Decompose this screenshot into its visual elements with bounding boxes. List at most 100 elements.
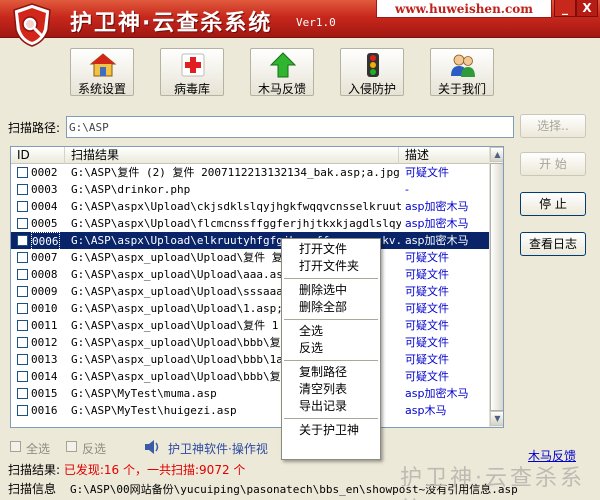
column-header-desc[interactable]: 描述 bbox=[399, 147, 489, 164]
table-row[interactable]: 0010 G:\ASP\aspx_upload\Upload\1.asp;asp 可… bbox=[11, 300, 489, 317]
row-id: 0009 bbox=[31, 285, 58, 298]
scan-result-value: 已发现:16 个，一共扫描:9072 个 bbox=[63, 463, 246, 477]
close-button[interactable]: X bbox=[576, 0, 598, 17]
invert-label: 反选 bbox=[82, 442, 107, 456]
app-title: 护卫神·云查杀系统 bbox=[70, 11, 273, 36]
select-folder-button[interactable]: 选择.. bbox=[520, 114, 586, 138]
row-checkbox[interactable] bbox=[17, 354, 28, 365]
scroll-up-arrow-icon[interactable]: ▲ bbox=[490, 147, 503, 162]
table-row[interactable]: 0003 G:\ASP\drinkor.php - bbox=[11, 181, 489, 198]
scroll-down-arrow-icon[interactable]: ▼ bbox=[490, 411, 503, 426]
marquee-text: 护卫神软件·操作视 bbox=[168, 442, 268, 456]
context-menu-item[interactable]: 反选 bbox=[282, 340, 380, 357]
row-desc: 可疑文件 bbox=[405, 268, 449, 281]
row-id: 0015 bbox=[31, 387, 58, 400]
toolbar: 系统设置 病毒库 木马反馈 入侵防护 关于我们 bbox=[0, 38, 600, 102]
row-checkbox[interactable] bbox=[17, 269, 28, 280]
table-row[interactable]: 0005 G:\ASP\aspx\Upload\flcmcnssffggferjh… bbox=[11, 215, 489, 232]
row-checkbox[interactable] bbox=[17, 405, 28, 416]
stop-button[interactable]: 停 止 bbox=[520, 192, 586, 216]
row-checkbox[interactable] bbox=[17, 286, 28, 297]
invert-checkbox[interactable] bbox=[66, 441, 77, 452]
toolbar-label: 木马反馈 bbox=[257, 82, 306, 96]
traffic-light-icon bbox=[367, 53, 379, 77]
table-row[interactable]: 0011 G:\ASP\aspx_upload\Upload\复件 1.asp 可疑… bbox=[11, 317, 489, 334]
context-menu-item[interactable]: 清空列表 bbox=[282, 381, 380, 398]
shield-logo-icon bbox=[13, 3, 51, 47]
users-icon bbox=[451, 54, 475, 77]
table-row[interactable]: 0009 G:\ASP\aspx_upload\Upload\sssaaa.asp… bbox=[11, 283, 489, 300]
context-menu-item[interactable]: 关于护卫神 bbox=[282, 422, 380, 439]
row-id: 0005 bbox=[31, 217, 58, 230]
system-settings-button[interactable]: 系统设置 bbox=[70, 48, 134, 96]
row-checkbox[interactable] bbox=[17, 201, 28, 212]
vertical-scrollbar[interactable]: ▲ ▼ bbox=[489, 147, 503, 427]
table-row[interactable]: 0008 G:\ASP\aspx_upload\Upload\aaa.asp;a 可… bbox=[11, 266, 489, 283]
scan-path-input[interactable] bbox=[66, 116, 514, 138]
context-menu-item[interactable]: 删除全部 bbox=[282, 299, 380, 316]
row-checkbox[interactable] bbox=[17, 388, 28, 399]
row-checkbox[interactable] bbox=[17, 320, 28, 331]
row-id: 0010 bbox=[31, 302, 58, 315]
row-desc: asp加密木马 bbox=[405, 200, 469, 213]
row-checkbox[interactable] bbox=[17, 235, 28, 246]
scan-results-list[interactable]: ID 扫描结果 描述 0002 G:\ASP\复件 (2) 复件 20071122… bbox=[10, 146, 504, 428]
table-row[interactable]: 0006 G:\ASP\aspx\Upload\elkruutyhfgfgjhwg… bbox=[11, 232, 489, 251]
context-menu-item[interactable]: 全选 bbox=[282, 323, 380, 340]
row-checkbox[interactable] bbox=[17, 252, 28, 263]
scan-result-label: 扫描结果: bbox=[8, 463, 61, 477]
row-id: 0013 bbox=[31, 353, 58, 366]
row-checkbox[interactable] bbox=[17, 167, 28, 178]
row-desc: asp木马 bbox=[405, 404, 447, 417]
context-menu-item[interactable]: 打开文件 bbox=[282, 241, 380, 258]
row-checkbox[interactable] bbox=[17, 184, 28, 195]
table-row[interactable]: 0002 G:\ASP\复件 (2) 复件 2007112213132134_ba… bbox=[11, 164, 489, 181]
row-id: 0003 bbox=[31, 183, 58, 196]
row-desc: asp加密木马 bbox=[405, 234, 469, 247]
row-checkbox[interactable] bbox=[17, 371, 28, 382]
select-all-checkbox[interactable] bbox=[10, 441, 21, 452]
app-version: Ver1.0 bbox=[296, 16, 336, 29]
watermark: 护卫神·云查杀系统 bbox=[400, 466, 585, 500]
table-row[interactable]: 0014 G:\ASP\aspx_upload\Upload\bbb\复件 可疑文件 bbox=[11, 368, 489, 385]
row-path: G:\ASP\aspx\Upload\flcmcnssffggferjhjtkx… bbox=[71, 217, 401, 230]
row-desc: 可疑文件 bbox=[405, 336, 449, 349]
row-checkbox[interactable] bbox=[17, 337, 28, 348]
start-button[interactable]: 开 始 bbox=[520, 152, 586, 176]
row-desc: - bbox=[405, 183, 409, 196]
context-menu-item[interactable]: 导出记录 bbox=[282, 398, 380, 415]
row-desc: 可疑文件 bbox=[405, 319, 449, 332]
table-row[interactable]: 0004 G:\ASP\aspx\Upload\ckjsdklslqyjhgkfw… bbox=[11, 198, 489, 215]
view-log-button[interactable]: 查看日志 bbox=[520, 232, 586, 256]
table-row[interactable]: 0015 G:\ASP\MyTest\muma.asp asp加密木马 bbox=[11, 385, 489, 402]
row-id: 0007 bbox=[31, 251, 58, 264]
context-menu-item[interactable]: 打开文件夹 bbox=[282, 258, 380, 275]
row-path: G:\ASP\drinkor.php bbox=[71, 183, 191, 196]
virus-db-button[interactable]: 病毒库 bbox=[160, 48, 224, 96]
about-us-button[interactable]: 关于我们 bbox=[430, 48, 494, 96]
context-menu-separator bbox=[284, 418, 378, 419]
website-link[interactable]: www.huweishen.com bbox=[376, 0, 552, 18]
context-menu-item[interactable]: 删除选中 bbox=[282, 282, 380, 299]
select-all-label: 全选 bbox=[26, 442, 51, 456]
trojan-feedback-button[interactable]: 木马反馈 bbox=[250, 48, 314, 96]
table-row[interactable]: 0016 G:\ASP\MyTest\huigezi.asp asp木马 bbox=[11, 402, 489, 419]
row-id: 0014 bbox=[31, 370, 58, 383]
column-header-result[interactable]: 扫描结果 bbox=[65, 147, 399, 164]
column-header-id[interactable]: ID bbox=[11, 147, 65, 164]
row-checkbox[interactable] bbox=[17, 218, 28, 229]
row-checkbox[interactable] bbox=[17, 303, 28, 314]
minimize-button[interactable]: _ bbox=[554, 0, 576, 17]
row-desc: 可疑文件 bbox=[405, 285, 449, 298]
context-menu-item[interactable]: 复制路径 bbox=[282, 364, 380, 381]
row-id: 0012 bbox=[31, 336, 58, 349]
scroll-thumb[interactable] bbox=[490, 163, 503, 411]
toolbar-label: 关于我们 bbox=[437, 82, 486, 96]
table-row[interactable]: 0007 G:\ASP\aspx_upload\Upload\复件 复件 可疑文件 bbox=[11, 249, 489, 266]
intrusion-protection-button[interactable]: 入侵防护 bbox=[340, 48, 404, 96]
table-row[interactable]: 0013 G:\ASP\aspx_upload\Upload\bbb\1aaa; 可… bbox=[11, 351, 489, 368]
row-path: G:\ASP\复件 (2) 复件 2007112213132134_bak.as… bbox=[71, 166, 400, 179]
row-desc: 可疑文件 bbox=[405, 251, 449, 264]
table-row[interactable]: 0012 G:\ASP\aspx_upload\Upload\bbb\复件 可疑文件 bbox=[11, 334, 489, 351]
toolbar-label: 入侵防护 bbox=[347, 82, 396, 96]
